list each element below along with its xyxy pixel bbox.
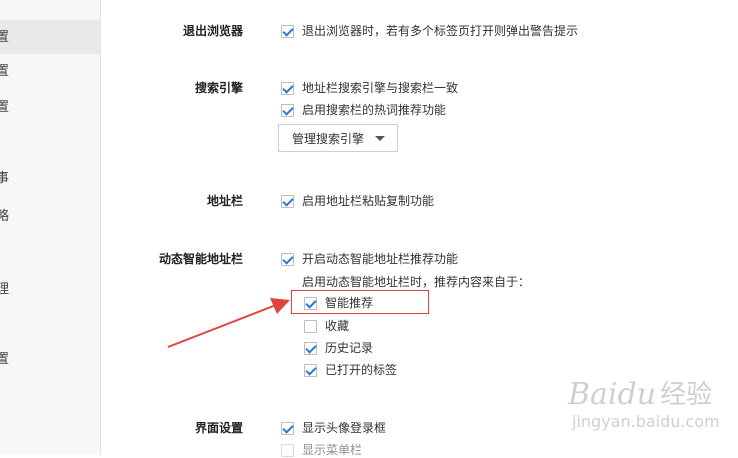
watermark-brand-cn: 经验 <box>660 380 713 410</box>
option-show-menubar[interactable]: 显示菜单栏 <box>281 442 362 458</box>
option-label: 显示头像登录框 <box>302 421 387 435</box>
checkbox-icon[interactable] <box>281 421 294 435</box>
watermark-url: jingyan.baidu.com <box>572 412 720 431</box>
option-show-avatar[interactable]: 显示头像登录框 <box>281 420 386 436</box>
baidu-watermark: Baidu 经验 jingyan.baidu.com <box>568 378 728 440</box>
watermark-brand: Baidu <box>568 377 657 412</box>
section-label-interface: 界面设置 <box>194 421 243 435</box>
option-label: 显示菜单栏 <box>302 443 363 457</box>
